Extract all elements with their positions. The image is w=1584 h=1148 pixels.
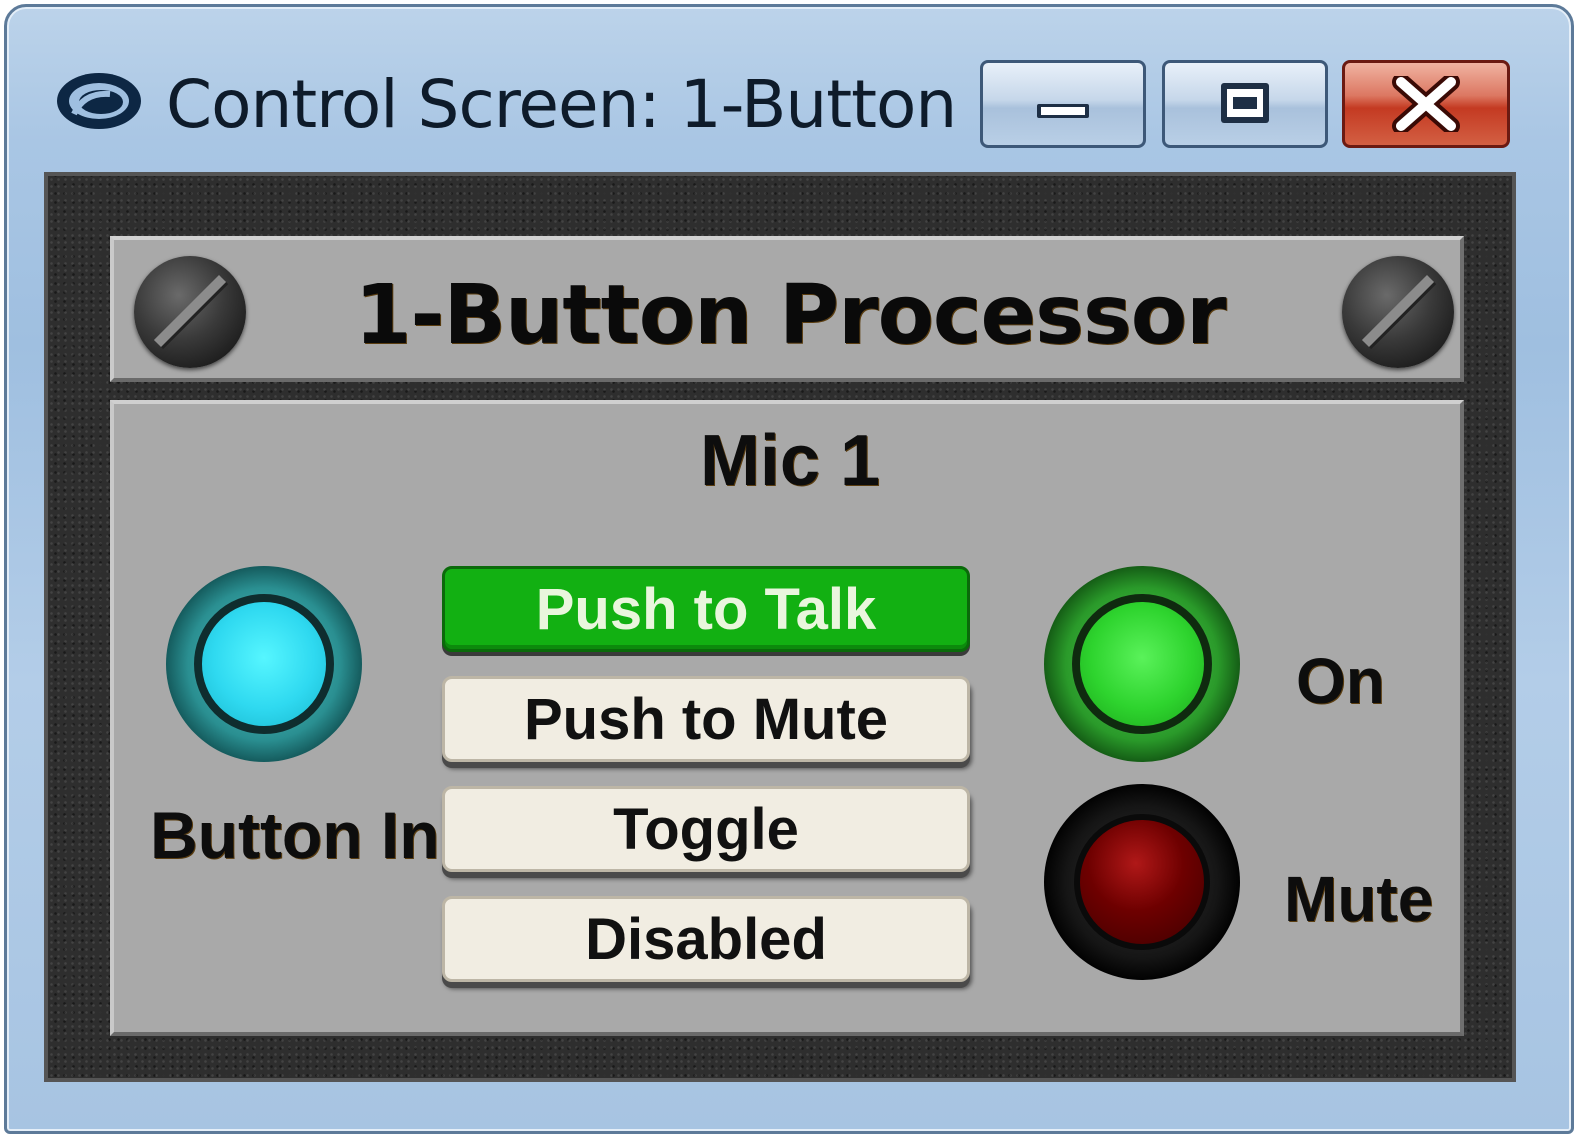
panel-title: 1-Button Processor — [354, 268, 1226, 363]
minimize-button[interactable] — [980, 60, 1146, 148]
maximize-icon — [1221, 83, 1269, 123]
mute-led-core — [1074, 814, 1210, 950]
channel-title: Mic 1 — [699, 421, 881, 501]
disabled-button[interactable]: Disabled — [442, 896, 970, 982]
button-input-led-core — [194, 594, 334, 734]
push-to-mute-button[interactable]: Push to Mute — [442, 676, 970, 762]
button-input-label: Button Input — [150, 798, 543, 872]
screw-icon — [1342, 256, 1454, 368]
close-icon — [1392, 76, 1460, 132]
qsc-logo-icon — [57, 73, 141, 129]
on-led — [1044, 566, 1240, 762]
on-led-core — [1072, 594, 1212, 734]
mute-label: Mute — [1284, 863, 1434, 935]
screw-icon — [134, 256, 246, 368]
push-to-talk-button[interactable]: Push to Talk — [442, 566, 970, 652]
close-button[interactable] — [1342, 60, 1510, 148]
maximize-button[interactable] — [1162, 60, 1328, 148]
button-input-led — [166, 566, 362, 762]
on-label: On — [1296, 645, 1385, 717]
minimize-icon — [1037, 104, 1089, 118]
mute-led — [1044, 784, 1240, 980]
window-title: Control Screen: 1-Button ... — [166, 66, 1037, 143]
toggle-button[interactable]: Toggle — [442, 786, 970, 872]
